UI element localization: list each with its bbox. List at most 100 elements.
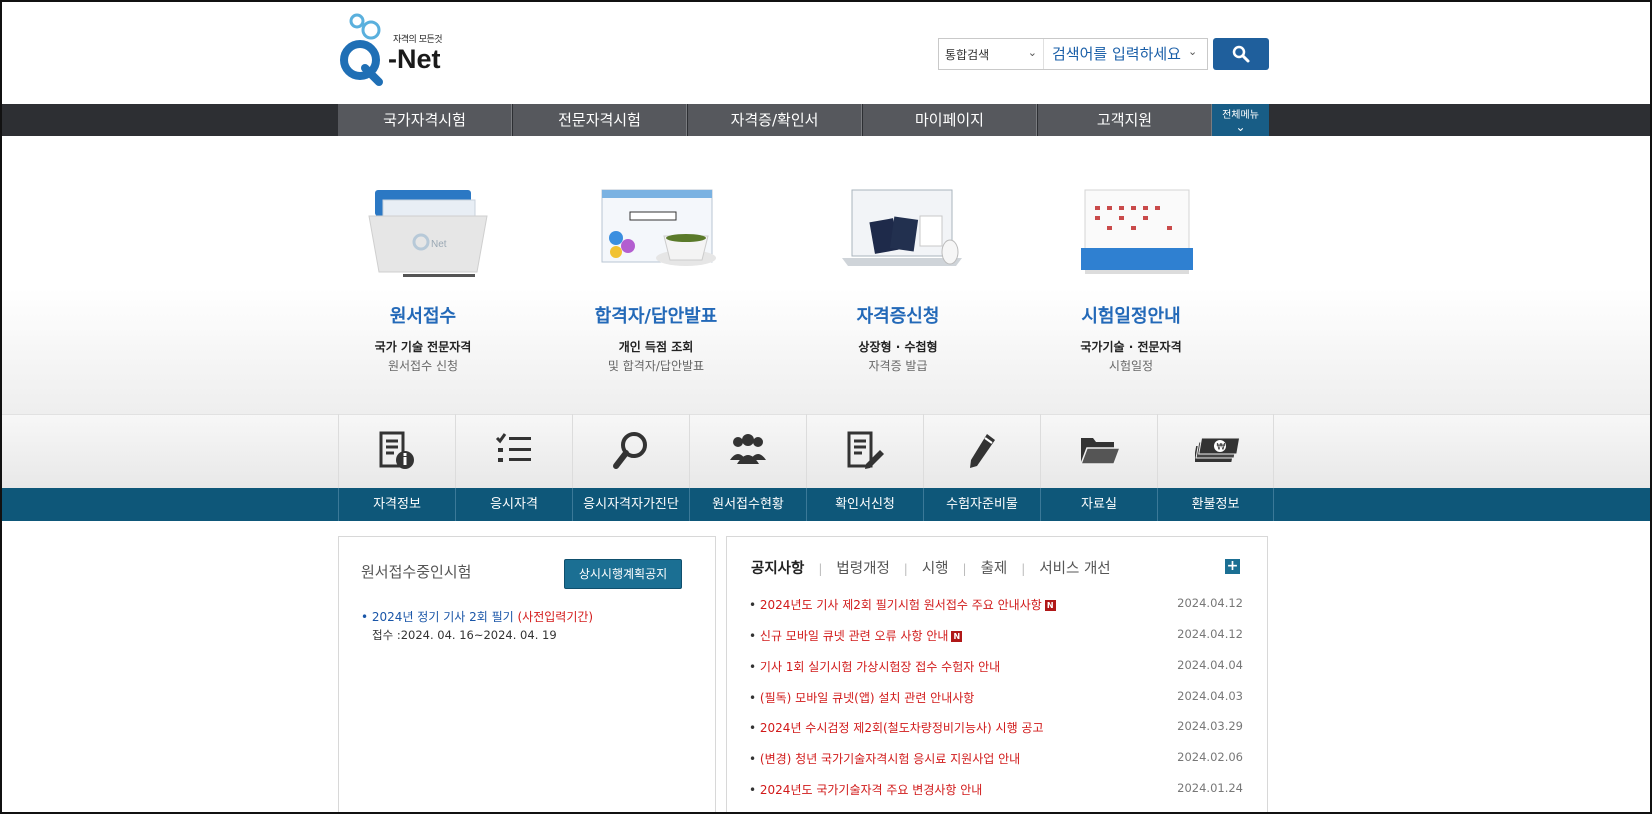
browser-coffee-illustration [601,189,716,266]
notice-panel: 공지사항 | 법령개정 | 시행 | 출제 | 서비스 개선 + • 2024년도 기사 제2회… [726,536,1268,812]
card-results[interactable]: 합격자/답안발표 개인 득점 조회 및 합격자/답안발표 [551,136,761,414]
notice-row[interactable]: • 기사 1회 실기시험 가상시험장 접수 수험자 안내 2024.04.04 [749,658,1249,678]
card-schedule[interactable]: 시험일정안내 국가기술 · 전문자격 시험일정 [1026,136,1236,414]
quick-item-eligibility[interactable] [455,414,572,488]
notice-row[interactable]: • 2024년도 기사 제2회 필기시험 원서접수 주요 안내사항 N 2024.… [749,596,1249,616]
more-plus-icon[interactable]: + [1225,559,1240,574]
notice-row[interactable]: • (필독) 모바일 큐넷(앱) 설치 관련 안내사항 2024.04.03 [749,689,1249,709]
tab-divider: | [903,562,908,576]
gnb-item-mypage[interactable]: 마이페이지 [863,104,1037,136]
search-scope-label: 통합검색 [945,48,990,62]
search-button[interactable] [1213,38,1269,70]
quick-label-self-diagnosis[interactable]: 응시자격자가진단 [572,488,689,521]
chevron-down-icon[interactable]: ⌄ [1188,45,1197,58]
notice-date: 2024.01.24 [1177,781,1243,795]
tab-implementation[interactable]: 시행 [922,557,949,578]
gnb-item-national-exam[interactable]: 국가자격시험 [338,104,512,136]
calendar-illustration [1081,189,1193,274]
notice-title[interactable]: (필독) 모바일 큐넷(앱) 설치 관련 안내사항 [760,691,974,705]
notice-title[interactable]: (변경) 청년 국가기술자격시험 응시료 지원사업 안내 [760,752,1020,766]
open-exam-tag: (사전입력기간) [517,610,594,624]
regular-plan-notice-button[interactable]: 상시시행계획공지 [564,559,682,589]
open-exam-title: 2024년 정기 기사 2회 필기 [371,610,514,624]
card-application[interactable]: Net 원서접수 국가 기술 전문자격 원서접수 신청 [318,136,528,414]
notice-row[interactable]: • 2024년도 국가기술자격 주요 변경사항 안내 2024.01.24 [749,781,1249,801]
document-edit-icon [847,431,884,469]
pencil-icon [970,434,995,468]
gnb-item-customer-support[interactable]: 고객지원 [1038,104,1212,136]
gnb-item-professional-exam[interactable]: 전문자격시험 [513,104,687,136]
panel-title: 원서접수중인시험 [361,563,472,581]
card-subtitle: 국가 기술 전문자격 [374,340,472,354]
magnifier-icon [613,432,647,469]
card-subtitle: 국가기술 · 전문자격 [1080,340,1182,354]
notice-title[interactable]: 2024년 수시검정 제2회(철도차량정비기능사) 시행 공고 [760,721,1044,735]
open-applications-panel: 원서접수중인시험 상시시행계획공지 • 2024년 정기 기사 2회 필기 (사… [338,536,716,812]
card-subtitle: 상장형 · 수첩형 [858,340,938,354]
search-input[interactable] [1043,39,1207,69]
quick-item-application-status[interactable] [689,414,806,488]
notice-row[interactable]: • 신규 모바일 큐넷 관련 오류 사항 안내 N 2024.04.12 [749,627,1249,647]
bullet: • [749,752,760,766]
card-certificate[interactable]: 자격증신청 상장형 · 수첩형 자격증 발급 [793,136,1003,414]
bullet: • [749,691,760,705]
all-menu-button[interactable]: 전체메뉴 ⌄ [1212,104,1269,136]
notice-date: 2024.04.04 [1177,658,1243,672]
gnb-item-certificate[interactable]: 자격증/확인서 [688,104,862,136]
money-icon: ₩ [1195,437,1241,462]
notice-title[interactable]: 기사 1회 실기시험 가상시험장 접수 수험자 안내 [760,660,1000,674]
bullet: • [749,629,760,643]
page-frame: 자격의 모든것 -Net 통합검색 ⌄ ⌄ 국가자격시험 전문자격시험 자격증/… [0,0,1652,814]
quick-label-application-status[interactable]: 원서접수현황 [689,488,806,521]
open-exam-item[interactable]: • 2024년 정기 기사 2회 필기 (사전입력기간) [361,608,593,625]
tab-law-revision[interactable]: 법령개정 [836,557,889,578]
bullet: • [749,660,760,674]
quick-item-qualification-info[interactable] [338,414,455,488]
quick-label-qualification-info[interactable]: 자격정보 [338,488,455,521]
notice-title[interactable]: 2024년도 국가기술자격 주요 변경사항 안내 [760,783,982,797]
tab-notice[interactable]: 공지사항 [751,557,804,578]
quick-item-self-diagnosis[interactable] [572,414,689,488]
all-menu-label: 전체메뉴 [1222,110,1259,121]
new-badge: N [1044,600,1056,611]
tab-divider: | [818,562,823,576]
card-description: 시험일정 [1108,359,1154,373]
tab-questions[interactable]: 출제 [981,557,1008,578]
notice-tabs: 공지사항 | 법령개정 | 시행 | 출제 | 서비스 개선 [751,557,1111,579]
notice-row[interactable]: • 2024년 수시검정 제2회(철도차량정비기능사) 시행 공고 2024.0… [749,719,1249,739]
notice-row[interactable]: • (변경) 청년 국가기술자격시험 응시료 지원사업 안내 2024.02.0… [749,750,1249,770]
notice-title[interactable]: 2024년도 기사 제2회 필기시험 원서접수 주요 안내사항 [760,598,1042,612]
quick-item-confirmation-request[interactable] [806,414,923,488]
quick-item-preparation[interactable] [923,414,1040,488]
quick-item-refund[interactable]: ₩ [1157,414,1274,488]
tab-divider: | [1021,562,1026,576]
notice-date: 2024.04.12 [1177,596,1243,610]
notice-date: 2024.04.03 [1177,689,1243,703]
search-scope-select[interactable]: 통합검색 ⌄ [939,39,1043,69]
notice-title[interactable]: 신규 모바일 큐넷 관련 오류 사항 안내 [760,629,949,643]
chevron-down-icon: ⌄ [1235,120,1246,134]
notice-date: 2024.03.29 [1177,719,1243,733]
notice-date: 2024.04.12 [1177,627,1243,641]
bullet: • [749,598,760,612]
quick-label-eligibility[interactable]: 응시자격 [455,488,572,521]
quick-label-preparation[interactable]: 수험자준비물 [923,488,1040,521]
svg-text:₩: ₩ [1217,443,1226,453]
card-description: 원서접수 신청 [387,359,459,373]
checklist-icon [495,433,531,462]
card-title: 합격자/답안발표 [594,306,718,327]
quick-item-archive[interactable] [1040,414,1157,488]
search-icon [1232,45,1250,63]
bullet: • [749,783,760,797]
quick-label-refund[interactable]: 환불정보 [1157,488,1274,521]
bullet: • [749,721,760,735]
notice-date: 2024.02.06 [1177,750,1243,764]
chevron-down-icon: ⌄ [1027,46,1037,59]
svg-text:Net: Net [431,239,447,250]
new-badge: N [951,631,963,642]
quick-label-archive[interactable]: 자료실 [1040,488,1157,521]
card-description: 및 합격자/답안발표 [607,359,705,373]
tab-service-improvement[interactable]: 서비스 개선 [1039,557,1110,578]
card-title: 원서접수 [389,306,457,327]
quick-label-confirmation-request[interactable]: 확인서신청 [806,488,923,521]
